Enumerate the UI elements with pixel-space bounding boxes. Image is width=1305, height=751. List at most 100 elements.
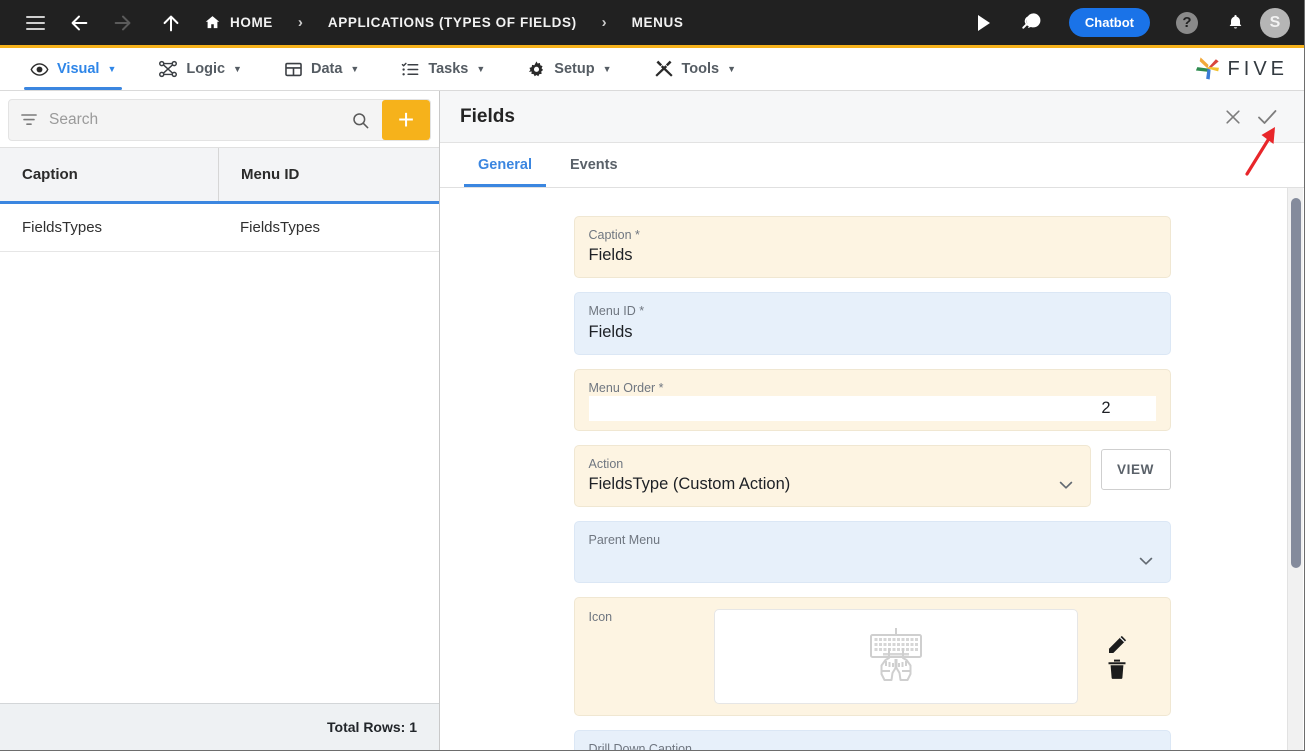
detail-panel-header: Fields — [440, 91, 1304, 143]
total-rows-label: Total Rows: 1 — [327, 719, 417, 735]
tab-label: General — [478, 157, 532, 173]
main-menu-bar: Visual ▼ Logic ▼ Data ▼ Tasks ▼ Setup ▼ … — [0, 48, 1304, 91]
chevron-down-icon[interactable] — [1056, 475, 1076, 497]
records-grid: Caption Menu ID FieldsTypes FieldsTypes … — [0, 147, 439, 750]
home-icon — [205, 16, 220, 29]
field-value: 2 — [588, 395, 1156, 421]
close-button[interactable] — [1216, 100, 1250, 134]
action-select[interactable]: FieldsType (Custom Action) — [589, 472, 1076, 497]
menu-item-tasks[interactable]: Tasks ▼ — [387, 48, 499, 90]
breadcrumb-item-home[interactable]: HOME — [230, 15, 273, 30]
field-value: FieldsType (Custom Action) — [588, 475, 791, 493]
arrow-right-icon — [114, 15, 131, 30]
field-row-menu-id: Menu ID * Fields — [573, 292, 1171, 355]
save-confirm-button[interactable] — [1250, 100, 1284, 134]
table-row[interactable]: FieldsTypes FieldsTypes — [0, 204, 439, 252]
search-box[interactable]: + — [8, 99, 431, 141]
gear-icon — [527, 60, 546, 79]
menu-item-label: Tools — [681, 61, 720, 77]
help-button[interactable]: ? — [1170, 6, 1204, 40]
view-button[interactable]: VIEW — [1100, 448, 1171, 490]
field-label: Drill Down Caption — [588, 742, 693, 750]
search-input[interactable] — [39, 111, 339, 129]
delete-icon-button[interactable] — [1106, 657, 1128, 681]
cell-menu-id: FieldsTypes — [240, 219, 321, 236]
icon-actions — [1078, 623, 1156, 691]
edit-icon-button[interactable] — [1105, 633, 1129, 657]
menu-item-setup[interactable]: Setup ▼ — [513, 48, 625, 90]
column-header-menu-id[interactable]: Menu ID — [218, 148, 439, 201]
breadcrumb-item-menus[interactable]: MENUS — [632, 15, 684, 30]
menu-item-logic[interactable]: Logic ▼ — [144, 48, 256, 90]
chevron-down-icon[interactable] — [1136, 551, 1156, 573]
forward-button[interactable] — [106, 6, 140, 40]
menu-item-label: Visual — [57, 61, 100, 77]
eye-icon — [30, 60, 49, 79]
vertical-scrollbar[interactable] — [1287, 188, 1303, 750]
search-icon[interactable] — [339, 111, 382, 130]
app-window: HOME › APPLICATIONS (TYPES OF FIELDS) › … — [0, 0, 1305, 751]
menu-order-field[interactable]: Menu Order * 2 — [573, 368, 1171, 431]
add-record-button[interactable]: + — [382, 100, 430, 140]
field-row-caption: Caption * Fields — [573, 216, 1171, 279]
menu-item-label: Logic — [186, 61, 226, 77]
scrollbar-thumb[interactable] — [1291, 198, 1301, 568]
menu-item-label: Data — [310, 61, 343, 77]
page-title: Fields — [460, 105, 515, 127]
chevron-down-icon: ▼ — [476, 63, 486, 74]
field-value — [589, 548, 1136, 573]
active-tab-underline — [464, 184, 546, 187]
icon-field[interactable]: Icon — [573, 597, 1171, 717]
menu-item-label: Setup — [554, 61, 595, 77]
grid-rows: FieldsTypes FieldsTypes — [0, 204, 439, 703]
breadcrumb: HOME › APPLICATIONS (TYPES OF FIELDS) › … — [204, 14, 683, 31]
up-level-button[interactable] — [154, 6, 188, 40]
field-label: Menu ID * — [588, 304, 645, 319]
field-label: Parent Menu — [588, 533, 661, 547]
menu-item-tools[interactable]: Tools ▼ — [640, 48, 751, 90]
check-icon — [1258, 109, 1277, 124]
chevron-down-icon: ▼ — [602, 63, 612, 74]
caption-field[interactable]: Caption * Fields — [573, 216, 1171, 279]
filter-icon[interactable] — [19, 110, 39, 130]
bell-icon — [1229, 15, 1241, 29]
run-button[interactable] — [967, 6, 1001, 40]
grid-footer: Total Rows: 1 — [0, 703, 439, 750]
breadcrumb-item-applications[interactable]: APPLICATIONS (TYPES OF FIELDS) — [328, 15, 577, 30]
chevron-down-icon: ▼ — [233, 63, 242, 74]
grid-header-row: Caption Menu ID — [0, 148, 439, 204]
action-field[interactable]: Action FieldsType (Custom Action) — [573, 444, 1091, 507]
form-area: Caption * Fields Menu ID * Fields Menu O… — [440, 188, 1304, 750]
arrow-up-icon — [163, 15, 179, 31]
top-navigation-bar: HOME › APPLICATIONS (TYPES OF FIELDS) › … — [0, 0, 1304, 45]
column-header-caption[interactable]: Caption — [0, 148, 218, 201]
avatar[interactable]: S — [1260, 7, 1290, 38]
field-row-parent-menu: Parent Menu — [573, 521, 1171, 584]
menu-item-data[interactable]: Data ▼ — [270, 48, 373, 90]
play-icon — [977, 14, 990, 31]
field-row-drill-down-caption: Drill Down Caption — [573, 730, 1171, 750]
arrow-left-icon — [71, 15, 88, 30]
chatbot-button[interactable]: Chatbot — [1068, 8, 1150, 37]
five-pinwheel-logo — [1195, 57, 1219, 80]
chevron-down-icon: ▼ — [350, 63, 360, 74]
tab-events[interactable]: Events — [556, 143, 632, 187]
parent-menu-select[interactable] — [589, 548, 1156, 573]
brand-text: FIVE — [1227, 57, 1288, 80]
menu-id-field[interactable]: Menu ID * Fields — [573, 292, 1171, 355]
back-button[interactable] — [62, 6, 96, 40]
hamburger-menu-button[interactable] — [18, 6, 52, 40]
search-chat-button[interactable] — [1015, 6, 1049, 40]
pencil-icon — [1108, 635, 1126, 653]
menu-item-visual[interactable]: Visual ▼ — [16, 48, 130, 90]
tab-general[interactable]: General — [464, 143, 546, 187]
field-row-menu-order: Menu Order * 2 — [573, 368, 1171, 431]
drill-down-caption-field[interactable]: Drill Down Caption — [573, 730, 1171, 750]
brand-logo: FIVE — [1194, 48, 1288, 90]
search-row: + — [0, 91, 439, 147]
chevron-down-icon: ▼ — [107, 63, 117, 74]
menu-item-label: Tasks — [428, 61, 469, 77]
notifications-button[interactable] — [1218, 6, 1252, 40]
icon-preview[interactable] — [713, 609, 1078, 705]
parent-menu-field[interactable]: Parent Menu — [573, 521, 1171, 584]
